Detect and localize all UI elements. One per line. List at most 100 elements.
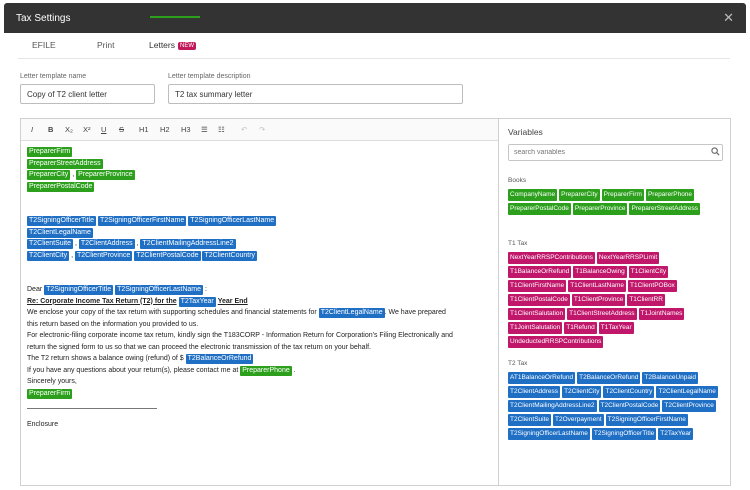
strikethrough-button[interactable]: S [119, 125, 124, 135]
editor-toolbar: I B X₂ X² U S H1 H2 H3 ☰ ☷ ↶ ↷ [21, 119, 498, 141]
variable-chip[interactable]: NextYearRRSPContributions [508, 252, 595, 264]
var-preparer-firm: PreparerFirm [27, 147, 73, 157]
re-line-text: Re: Corporate Income Tax Return (T2) for… [27, 297, 177, 305]
tab-letters-label: Letters [149, 40, 175, 50]
dialog-title-bar: Tax Settings ✕ [4, 3, 746, 33]
tab-letters[interactable]: Letters NEW [149, 40, 196, 50]
undo-icon[interactable]: ↶ [241, 125, 247, 135]
template-name-label: Letter template name [20, 73, 87, 80]
numbered-list-icon[interactable]: ☷ [218, 125, 225, 135]
variable-chip[interactable]: PreparerPhone [645, 189, 695, 201]
variable-chip[interactable]: T2ClientCountry [603, 386, 655, 398]
variable-chip[interactable]: T1ClientLastName [568, 280, 627, 292]
questions-text: If you have any questions about your ret… [27, 366, 239, 374]
variable-chip[interactable]: T2BalanceUnpaid [642, 372, 699, 384]
para2-text-b: return the signed form to us so that we … [27, 343, 371, 351]
template-desc-input[interactable] [168, 84, 463, 104]
group-t1-chips: NextYearRRSPContributions NextYearRRSPLim… [508, 252, 724, 348]
variable-chip[interactable]: T1ClientStreetAddress [567, 308, 637, 320]
signature-line [27, 408, 157, 409]
redo-icon[interactable]: ↷ [259, 125, 265, 135]
variable-chip[interactable]: T1Refund [564, 322, 597, 334]
var-client-mailing2: T2ClientMailingAddressLine2 [140, 239, 236, 249]
heading3-button[interactable]: H3 [181, 125, 191, 135]
variable-chip[interactable]: T2ClientSuite [508, 414, 552, 426]
tab-print[interactable]: Print [97, 40, 114, 50]
enclosure-text: Enclosure [27, 421, 59, 428]
template-desc-label: Letter template description [168, 73, 251, 80]
variable-chip[interactable]: T1ClientRR [627, 294, 665, 306]
var-signing-first: T2SigningOfficerFirstName [97, 216, 187, 226]
variable-chip[interactable]: T1ClientCity [628, 266, 669, 278]
para1-text-c: this return based on the information you… [27, 320, 199, 328]
subscript-button[interactable]: X₂ [65, 125, 73, 135]
close-icon[interactable]: ✕ [723, 10, 734, 26]
variable-chip[interactable]: T1ClientSalutation [508, 308, 566, 320]
variable-chip[interactable]: PreparerProvince [572, 203, 628, 215]
variable-chip[interactable]: T2SigningOfficerLastName [508, 428, 590, 440]
variable-chip[interactable]: T1ClientPostalCode [508, 294, 570, 306]
variable-chip[interactable]: PreparerCity [559, 189, 600, 201]
group-t2-label: T2 Tax [508, 360, 528, 367]
heading2-button[interactable]: H2 [160, 125, 170, 135]
variable-chip[interactable]: T1ClientPOBox [628, 280, 677, 292]
var-client-country: T2ClientCountry [202, 250, 258, 261]
variables-title: Variables [508, 127, 543, 137]
new-badge: NEW [178, 42, 196, 50]
underline-button[interactable]: U [101, 125, 106, 135]
variable-chip[interactable]: AT1BalanceOrRefund [508, 372, 576, 384]
dear-text: Dear [27, 286, 43, 293]
variable-chip[interactable]: T2BalanceOrRefund [577, 372, 641, 384]
var-client-address: T2ClientAddress [78, 239, 135, 249]
variable-chip[interactable]: T1BalanceOrRefund [508, 266, 572, 278]
variable-chip[interactable]: T2Overpayment [553, 414, 604, 426]
var-preparer-postal: PreparerPostalCode [27, 181, 95, 192]
variable-chip[interactable]: T2ClientAddress [508, 386, 561, 398]
variable-chip[interactable]: UndeductedRRSPContributions [508, 336, 604, 348]
variable-chip[interactable]: T1BalanceOwing [573, 266, 627, 278]
variable-chip[interactable]: PreparerPostalCode [508, 203, 571, 215]
variable-chip[interactable]: T2SigningOfficerFirstName [605, 414, 688, 426]
italic-button[interactable]: I [31, 125, 33, 135]
heading1-button[interactable]: H1 [139, 125, 149, 135]
variable-chip[interactable]: T1ClientFirstName [508, 280, 567, 292]
var-signing-title: T2SigningOfficerTitle [27, 216, 96, 226]
variable-chip[interactable]: T1JointNames [638, 308, 685, 320]
variable-chip[interactable]: T2ClientMailingAddressLine2 [508, 400, 597, 412]
variable-chip[interactable]: T1JointSalutation [508, 322, 563, 334]
variable-chip[interactable]: NextYearRRSPLimit [596, 252, 660, 264]
year-end-text: Year End [217, 297, 248, 305]
var-preparer-city: PreparerCity [27, 170, 71, 180]
var-client-suite: T2ClientSuite [27, 239, 74, 249]
var-signing-last: T2SigningOfficerLastName [188, 216, 277, 226]
variable-chip[interactable]: CompanyName [508, 189, 558, 201]
variable-chip[interactable]: PreparerFirm [601, 189, 644, 201]
var-preparer-province: PreparerProvince [76, 170, 135, 180]
group-t1-label: T1 Tax [508, 240, 528, 247]
search-variables-input[interactable] [508, 144, 723, 161]
var-signing-last-dear: T2SigningOfficerLastName [115, 285, 203, 295]
tabs-divider [18, 58, 730, 59]
template-name-input[interactable] [20, 84, 155, 104]
variable-chip[interactable]: T2ClientCity [562, 386, 602, 398]
variable-chip[interactable]: T1ClientProvince [571, 294, 626, 306]
var-client-city: T2ClientCity [27, 250, 70, 261]
para2-text-a: For electronic-filing corporate income t… [27, 332, 453, 339]
group-books-chips: CompanyName PreparerCity PreparerFirm Prepa… [508, 189, 724, 215]
bullet-list-icon[interactable]: ☰ [201, 125, 208, 135]
variable-chip[interactable]: T2TaxYear [658, 428, 694, 440]
tab-efile[interactable]: EFILE [32, 40, 56, 50]
variable-chip[interactable]: T1TaxYear [598, 322, 634, 334]
var-client-legal: T2ClientLegalName [27, 227, 93, 238]
bold-button[interactable]: B [48, 125, 53, 135]
variable-chip[interactable]: PreparerStreetAddress [629, 203, 700, 215]
variable-chip[interactable]: T2ClientLegalName [656, 386, 718, 398]
var-preparer-phone: PreparerPhone [240, 365, 292, 376]
group-t2-chips: AT1BalanceOrRefund T2BalanceOrRefund T2Bal… [508, 372, 724, 440]
variable-chip[interactable]: T2SigningOfficerTitle [591, 428, 657, 440]
letter-body[interactable]: PreparerFirm PreparerStreetAddress Prepa… [27, 146, 495, 399]
para1-text-a: We enclose your copy of the tax return w… [27, 309, 317, 316]
superscript-button[interactable]: X² [83, 125, 91, 135]
variable-chip[interactable]: T2ClientPostalCode [598, 400, 661, 412]
variable-chip[interactable]: T2ClientProvince [662, 400, 716, 412]
